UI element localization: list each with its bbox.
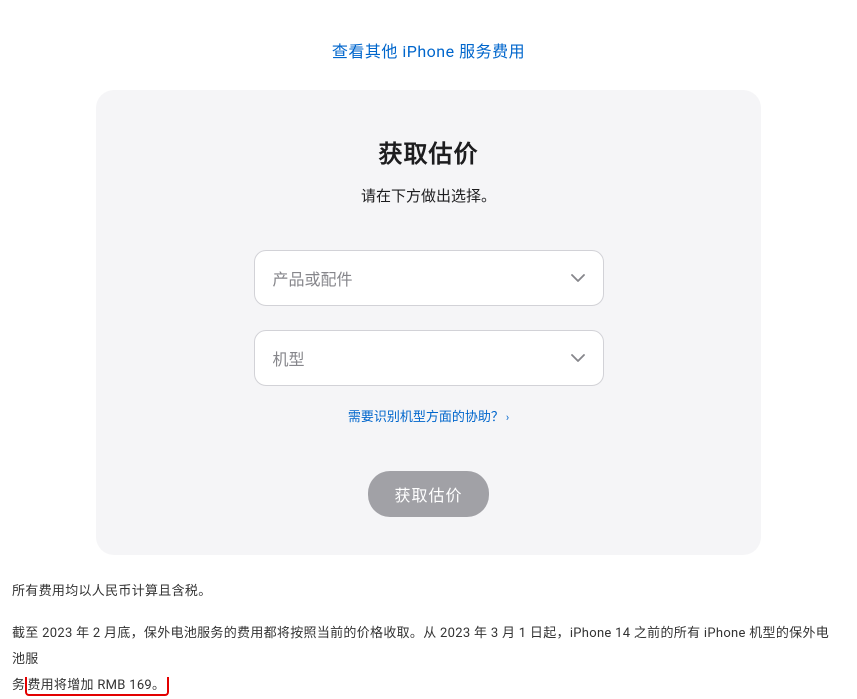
product-select[interactable]: 产品或配件 <box>254 250 604 306</box>
card-title: 获取估价 <box>136 134 721 169</box>
get-estimate-button[interactable]: 获取估价 <box>368 471 488 517</box>
footer-line-2-prefix: 务 <box>12 678 25 693</box>
model-select-placeholder: 机型 <box>273 346 305 370</box>
model-select-wrapper: 机型 <box>254 330 604 386</box>
model-select[interactable]: 机型 <box>254 330 604 386</box>
price-increase-highlight: 费用将增加 RMB 169。 <box>25 677 169 696</box>
other-services-link[interactable]: 查看其他 iPhone 服务费用 <box>332 42 525 61</box>
footer-notes: 所有费用均以人民币计算且含税。 截至 2023 年 2 月底，保外电池服务的费用… <box>12 579 842 699</box>
chevron-down-icon <box>571 274 585 282</box>
footer-line-2: 截至 2023 年 2 月底，保外电池服务的费用都将按照当前的价格收取。从 20… <box>12 621 842 699</box>
footer-line-1: 所有费用均以人民币计算且含税。 <box>12 579 842 605</box>
product-select-placeholder: 产品或配件 <box>273 266 353 290</box>
chevron-down-icon <box>571 354 585 362</box>
estimate-card: 获取估价 请在下方做出选择。 产品或配件 机型 需要识别机型方面的协助？› 获取 <box>96 90 761 555</box>
chevron-right-icon: › <box>506 411 509 424</box>
product-select-wrapper: 产品或配件 <box>254 250 604 306</box>
top-link-container: 查看其他 iPhone 服务费用 <box>0 0 857 90</box>
card-subtitle: 请在下方做出选择。 <box>136 185 721 206</box>
help-link-label: 需要识别机型方面的协助？ <box>348 410 504 425</box>
identify-model-help-link[interactable]: 需要识别机型方面的协助？› <box>348 410 509 425</box>
help-link-container: 需要识别机型方面的协助？› <box>136 406 721 425</box>
footer-line-2-part1: 截至 2023 年 2 月底，保外电池服务的费用都将按照当前的价格收取。从 20… <box>12 626 829 667</box>
